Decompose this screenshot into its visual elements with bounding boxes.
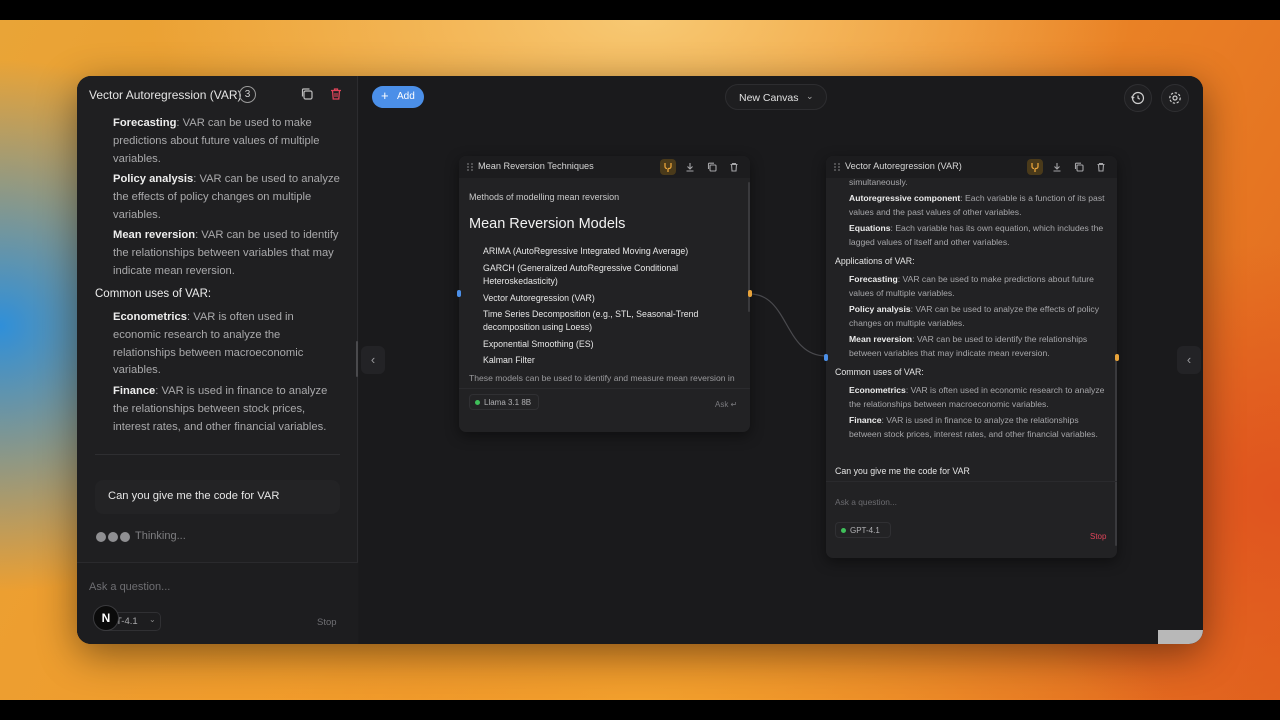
grip-icon[interactable] bbox=[833, 162, 841, 172]
corner-overlay bbox=[1158, 630, 1203, 644]
sidebar-header: Vector Autoregression (VAR) 3 bbox=[77, 76, 358, 114]
list-item-term: Equations bbox=[849, 223, 891, 233]
section-heading: Common uses of VAR: bbox=[95, 288, 212, 300]
divider bbox=[95, 454, 340, 455]
app-window: Vector Autoregression (VAR) 3 Forecastin… bbox=[77, 76, 1203, 644]
list-item-term: Mean reversion bbox=[113, 229, 196, 241]
list-item-term: Policy analysis bbox=[113, 173, 194, 185]
question-input[interactable]: Ask a question... bbox=[835, 497, 897, 507]
node-content[interactable]: Methods of modelling mean reversion Mean… bbox=[459, 178, 750, 388]
message-count-badge: 3 bbox=[239, 86, 256, 103]
chevron-down-icon: ⌄ bbox=[149, 615, 156, 624]
list-item: Econometrics: VAR is often used in econo… bbox=[113, 309, 341, 380]
model-select[interactable]: GPT-4.1 bbox=[835, 522, 891, 538]
node-heading: Mean Reversion Models bbox=[469, 216, 626, 232]
node-paragraph: These models can be used to identify and… bbox=[469, 373, 735, 388]
section-heading: Applications of VAR: bbox=[835, 256, 915, 266]
node-input-area: Ask a question... GPT-4.1 Stop bbox=[826, 481, 1117, 558]
download-icon[interactable] bbox=[682, 159, 698, 175]
dot-icon bbox=[120, 532, 130, 542]
trash-icon[interactable] bbox=[726, 159, 742, 175]
list-item: Finance: VAR is used in finance to analy… bbox=[849, 414, 1107, 442]
trash-icon[interactable] bbox=[1093, 159, 1109, 175]
question-input[interactable]: Ask a question... bbox=[89, 581, 170, 593]
node-subtitle: Methods of modelling mean reversion bbox=[469, 192, 620, 202]
ask-button[interactable]: Ask ↵ bbox=[715, 400, 737, 409]
download-icon[interactable] bbox=[1049, 159, 1065, 175]
list-item: Policy analysis: VAR can be used to anal… bbox=[849, 303, 1107, 331]
list-item: ARIMA (AutoRegressive Integrated Moving … bbox=[483, 246, 689, 256]
list-item: Kalman Filter bbox=[483, 355, 535, 365]
dot-icon bbox=[96, 532, 106, 542]
list-item: Vector Autoregression (VAR) bbox=[483, 293, 595, 303]
list-item: Time Series Decomposition (e.g., STL, Se… bbox=[483, 309, 699, 333]
branch-icon[interactable] bbox=[660, 159, 676, 175]
list-item-term: Finance bbox=[849, 415, 882, 425]
node-header[interactable]: Mean Reversion Techniques bbox=[459, 156, 750, 178]
trash-icon[interactable] bbox=[328, 86, 344, 102]
list-item: Finance: VAR is used in finance to analy… bbox=[113, 383, 341, 436]
node-vector-autoregression[interactable]: Vector Autoregression (VAR) simultaneous… bbox=[824, 156, 1119, 558]
list-item-term: Econometrics bbox=[849, 385, 906, 395]
list-item-term: Finance bbox=[113, 385, 156, 397]
status-dot bbox=[841, 528, 846, 533]
status-dot bbox=[475, 400, 480, 405]
node-mean-reversion-techniques[interactable]: Mean Reversion Techniques Methods of mod… bbox=[457, 156, 752, 432]
stop-button[interactable]: Stop bbox=[1090, 532, 1106, 541]
thinking-indicator bbox=[96, 532, 130, 542]
copy-icon[interactable] bbox=[1071, 159, 1087, 175]
list-item-term: Forecasting bbox=[849, 274, 898, 284]
copy-icon[interactable] bbox=[704, 159, 720, 175]
copy-icon[interactable] bbox=[299, 86, 315, 102]
list-item: Exponential Smoothing (ES) bbox=[483, 339, 594, 349]
list-item: Econometrics: VAR is often used in econo… bbox=[849, 384, 1107, 412]
input-port[interactable] bbox=[457, 290, 461, 297]
branch-icon[interactable] bbox=[1027, 159, 1043, 175]
model-select-label: T-4.1 bbox=[116, 616, 138, 627]
node-title: Vector Autoregression (VAR) bbox=[845, 161, 962, 171]
list-item-text: : VAR is used in finance to analyze the … bbox=[849, 415, 1098, 439]
chat-history[interactable]: Forecasting: VAR can be used to make pre… bbox=[77, 114, 358, 486]
list-item: Autoregressive component: Each variable … bbox=[849, 192, 1107, 220]
model-select-label: GPT-4.1 bbox=[850, 526, 880, 535]
list-item-term: Econometrics bbox=[113, 311, 187, 323]
output-port[interactable] bbox=[748, 290, 752, 297]
canvas-area[interactable]: ‹ ‹ + Add New Canvas ⌄ Mean Reversion Te… bbox=[359, 76, 1203, 644]
node-footer: Llama 3.1 8B Ask ↵ bbox=[459, 388, 750, 432]
output-port[interactable] bbox=[1115, 354, 1119, 361]
list-item-term: Forecasting bbox=[113, 117, 177, 129]
section-heading: Common uses of VAR: bbox=[835, 367, 924, 377]
model-select[interactable]: Llama 3.1 8B bbox=[469, 394, 539, 410]
list-item: Forecasting: VAR can be used to make pre… bbox=[849, 273, 1107, 301]
user-message: Can you give me the code for VAR bbox=[95, 480, 340, 514]
list-item: GARCH (Generalized AutoRegressive Condit… bbox=[483, 263, 679, 287]
model-select-label: Llama 3.1 8B bbox=[484, 398, 532, 407]
list-item-term: Mean reversion bbox=[849, 334, 913, 344]
list-item: Mean reversion: VAR can be used to ident… bbox=[113, 227, 341, 280]
app-logo-badge[interactable]: N bbox=[93, 605, 119, 631]
input-port[interactable] bbox=[824, 354, 828, 361]
user-message: Can you give me the code for VAR bbox=[835, 466, 970, 476]
node-title: Mean Reversion Techniques bbox=[478, 161, 594, 171]
list-item: Forecasting: VAR can be used to make pre… bbox=[113, 115, 341, 168]
stop-button[interactable]: Stop bbox=[317, 617, 337, 628]
dot-icon bbox=[108, 532, 118, 542]
chat-input-area: Ask a question... T-4.1 ⌄ Stop N bbox=[77, 562, 358, 644]
list-item: Equations: Each variable has its own equ… bbox=[849, 222, 1107, 250]
node-content[interactable]: simultaneously. Autoregressive component… bbox=[826, 178, 1117, 478]
node-header[interactable]: Vector Autoregression (VAR) bbox=[826, 156, 1117, 178]
list-item-term: Autoregressive component bbox=[849, 193, 961, 203]
chat-sidebar: Vector Autoregression (VAR) 3 Forecastin… bbox=[77, 76, 358, 644]
list-item: Policy analysis: VAR can be used to anal… bbox=[113, 171, 341, 224]
list-item-fragment: simultaneously. bbox=[849, 178, 908, 187]
scrollbar[interactable] bbox=[356, 341, 358, 377]
grip-icon[interactable] bbox=[466, 162, 474, 172]
sidebar-title: Vector Autoregression (VAR) bbox=[89, 88, 242, 102]
list-item-term: Policy analysis bbox=[849, 304, 911, 314]
list-item: Mean reversion: VAR can be used to ident… bbox=[849, 333, 1107, 361]
thinking-label: Thinking... bbox=[135, 530, 186, 542]
